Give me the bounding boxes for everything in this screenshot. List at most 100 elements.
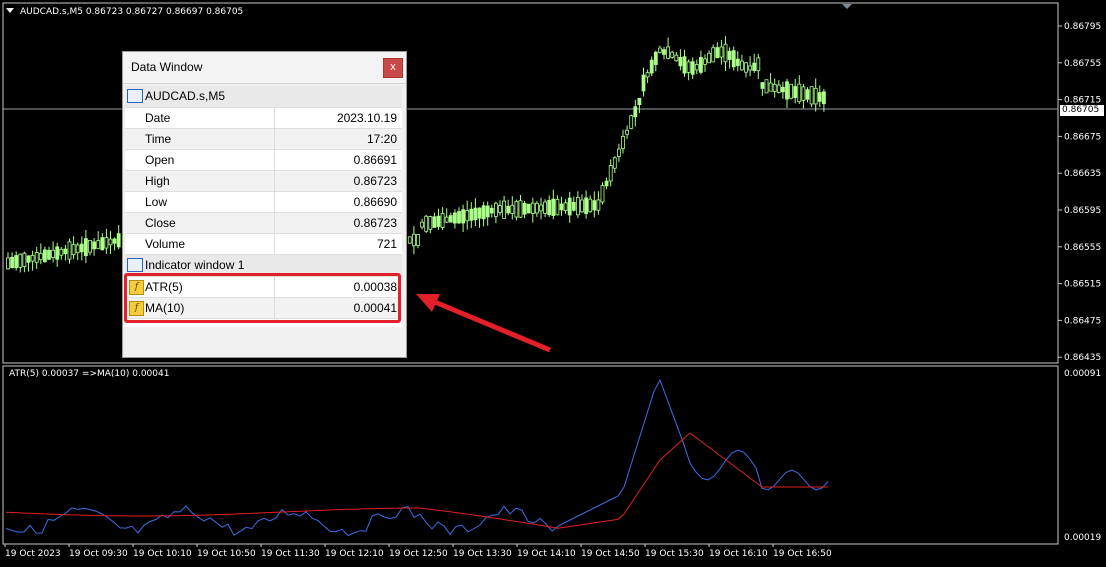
time-axis-label: 19 Oct 15:30 [645,549,704,559]
candle-body [633,106,638,118]
candle-body [760,82,765,89]
candle-body [781,86,785,93]
candle-body [518,200,523,218]
price-axis-label: 0.86515 [1064,280,1101,290]
time-axis-label: 19 Oct 12:10 [325,549,384,559]
row-low[interactable]: Low 0.86690 [125,192,402,213]
candle-body [543,201,547,214]
price-axis-label: 0.86475 [1064,316,1101,326]
row-close[interactable]: Close 0.86723 [125,213,402,234]
row-value: 17:20 [366,132,397,146]
candle-body [744,62,748,73]
candle-body [580,199,584,213]
candle-body [674,54,679,62]
dropdown-arrow-icon[interactable] [6,8,14,13]
candle-body [535,202,539,214]
candle-body [805,89,810,100]
price-axis-label: 0.86755 [1064,59,1101,69]
row-key: Date [145,111,171,125]
candle-body [547,200,552,216]
price-axis: 0.867950.867550.867150.866750.866350.865… [1058,22,1101,363]
candle-body [822,91,826,105]
candle-body [817,92,822,102]
row-date[interactable]: Date 2023.10.19 [125,108,402,129]
row-key: High [145,174,170,188]
data-window-title: Data Window [131,60,203,74]
candle-body [469,208,474,221]
indicator-axis-top-label: 0.00091 [1064,369,1101,379]
row-value: 721 [376,237,397,251]
candle-body [735,58,740,66]
candle-body [444,216,449,223]
candle-body [793,86,798,98]
row-value: 0.86723 [353,174,397,188]
candle-body [653,51,658,65]
close-button[interactable]: x [383,58,403,78]
candle-body [600,185,605,203]
price-axis-label: 0.86595 [1064,206,1101,216]
candle-body [645,72,650,78]
candle-body [75,244,80,254]
candle-body [662,49,666,55]
candle-body [108,238,113,246]
candle-body [584,197,588,214]
candle-body [727,50,732,60]
candle-body [617,148,621,157]
candle-body [47,249,51,260]
red-arrow-annotation [416,294,551,353]
candle-body [612,157,617,169]
row-time[interactable]: Time 17:20 [125,129,402,150]
candle-body [100,237,105,251]
candle-body [596,199,601,211]
candle-body [6,257,10,270]
price-axis-label: 0.86635 [1064,169,1101,179]
candle-body [457,211,461,224]
candle-body [703,58,707,65]
candle-body [740,60,744,71]
candle-body [621,135,625,150]
candle-body [797,83,802,103]
shift-marker-icon[interactable] [842,4,852,9]
chart-header: AUDCAD.s,M5 0.86723 0.86727 0.86697 0.86… [20,7,243,17]
candle-body [55,246,60,260]
candle-body [592,200,597,211]
candle-body [526,203,531,214]
row-open[interactable]: Open 0.86691 [125,150,402,171]
price-axis-label: 0.86555 [1064,243,1101,253]
candle-body [576,196,580,216]
ma-line [5,432,828,529]
time-axis-label: 19 Oct 16:50 [773,549,832,559]
data-window-titlebar[interactable]: Data Window x [123,52,406,84]
indicator-window-icon [127,258,143,272]
candle-body [22,252,27,268]
symbol-header: AUDCAD.s,M5 [125,86,402,108]
candle-body [84,238,88,256]
candle-body [43,249,47,262]
candle-body [699,57,703,73]
time-axis-label: 19 Oct 09:30 [69,549,128,559]
candle-body [514,200,519,218]
candle-body [14,255,19,269]
candle-body [678,57,683,67]
candle-body [88,239,92,253]
row-volume[interactable]: Volume 721 [125,234,402,255]
candle-body [666,46,670,59]
candle-body [694,64,699,71]
candle-body [432,216,437,228]
candle-body [604,180,609,187]
candle-body [789,83,793,99]
row-key: Time [145,132,172,146]
row-key: Volume [145,237,186,251]
indicator-header: ATR(5) 0.00037 =>MA(10) 0.00041 [9,369,170,379]
candle-body [768,82,773,92]
candle-body [38,252,43,261]
candle-body [555,199,560,216]
candle-body [670,51,675,58]
candle-body [801,86,806,101]
candle-body [649,59,654,74]
candle-body [764,79,769,94]
candle-body [629,115,634,129]
row-high[interactable]: High 0.86723 [125,171,402,192]
candle-body [461,209,466,224]
candle-body [785,81,789,100]
